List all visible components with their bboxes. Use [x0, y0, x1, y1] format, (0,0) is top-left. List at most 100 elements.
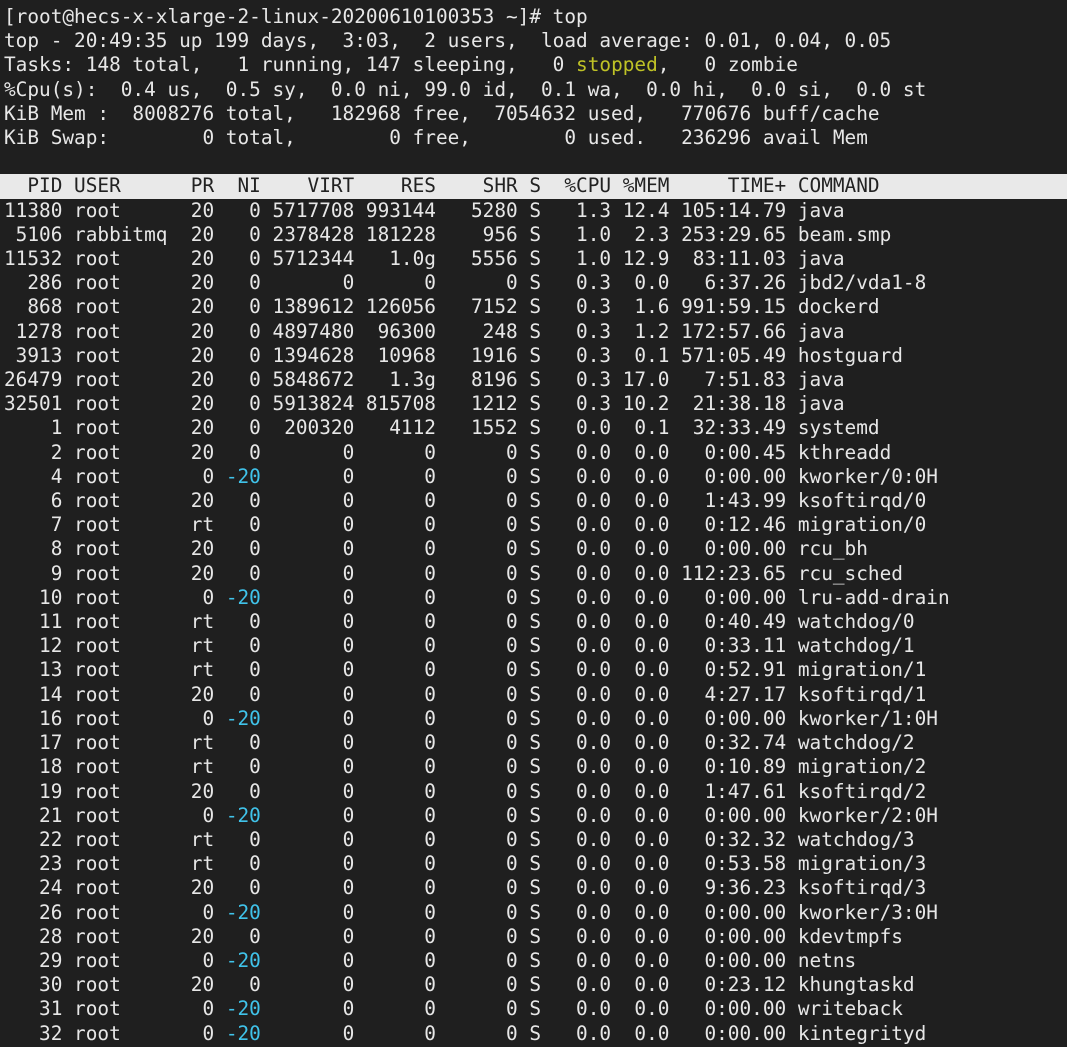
row-text: 31 root 0	[4, 997, 226, 1020]
row-text: 1389612 126056 7152 S 0.3 1.6 991:59.15 …	[261, 295, 880, 318]
row-text: 0 0 0 S 0.0 0.0 0:00.00 netns	[261, 949, 856, 972]
process-table-body: 11380 root 20 0 5717708 993144 5280 S 1.…	[4, 199, 1067, 1046]
process-row: 11532 root 20 0 5712344 1.0g 5556 S 1.0 …	[4, 247, 1067, 271]
row-text: 30 root 20	[4, 973, 226, 996]
nice-value: -20	[226, 707, 261, 730]
row-text: 32501 root 20	[4, 392, 226, 415]
nice-value: 0	[226, 513, 261, 536]
row-text: 0 0 0 S 0.0 0.0 0:00.00 kdevtmpfs	[261, 925, 903, 948]
tasks-stopped-highlight: stopped	[576, 53, 658, 76]
row-text: 0 0 0 S 0.0 0.0 0:32.32 watchdog/3	[261, 828, 915, 851]
nice-value: 0	[226, 223, 261, 246]
row-text: 28 root 20	[4, 925, 226, 948]
process-row: 3913 root 20 0 1394628 10968 1916 S 0.3 …	[4, 344, 1067, 368]
row-text: 32 root 0	[4, 1022, 226, 1045]
nice-value: 0	[226, 876, 261, 899]
process-row: 868 root 20 0 1389612 126056 7152 S 0.3 …	[4, 295, 1067, 319]
row-text: 286 root 20	[4, 271, 226, 294]
row-text: 0 0 0 S 0.0 0.0 0:23.12 khungtaskd	[261, 973, 915, 996]
row-text: 5712344 1.0g 5556 S 1.0 12.9 83:11.03 ja…	[261, 247, 845, 270]
nice-value: 0	[226, 441, 261, 464]
top-uptime-line: top - 20:49:35 up 199 days, 3:03, 2 user…	[4, 29, 1067, 53]
tasks-text-before: Tasks: 148 total, 1 running, 147 sleepin…	[4, 53, 576, 76]
row-text: 12 root rt	[4, 634, 226, 657]
row-text: 0 0 0 S 0.0 0.0 0:32.74 watchdog/2	[261, 731, 915, 754]
nice-value: -20	[226, 1022, 261, 1045]
row-text: 868 root 20	[4, 295, 226, 318]
process-row: 28 root 20 0 0 0 0 S 0.0 0.0 0:00.00 kde…	[4, 925, 1067, 949]
nice-value: 0	[226, 731, 261, 754]
row-text: 11380 root 20	[4, 199, 226, 222]
process-row: 21 root 0 -20 0 0 0 S 0.0 0.0 0:00.00 kw…	[4, 804, 1067, 828]
row-text: 0 0 0 S 0.0 0.0 0:00.00 kworker/0:0H	[261, 465, 938, 488]
row-text: 2378428 181228 956 S 1.0 2.3 253:29.65 b…	[261, 223, 891, 246]
row-text: 0 0 0 S 0.0 0.0 0:00.00 lru-add-drain	[261, 586, 950, 609]
top-mem-line: KiB Mem : 8008276 total, 182968 free, 70…	[4, 102, 1067, 126]
nice-value: 0	[226, 755, 261, 778]
nice-value: 0	[226, 416, 261, 439]
process-row: 31 root 0 -20 0 0 0 S 0.0 0.0 0:00.00 wr…	[4, 997, 1067, 1021]
row-text: 200320 4112 1552 S 0.0 0.1 32:33.49 syst…	[261, 416, 880, 439]
top-swap-line: KiB Swap: 0 total, 0 free, 0 used. 23629…	[4, 126, 1067, 150]
process-row: 26479 root 20 0 5848672 1.3g 8196 S 0.3 …	[4, 368, 1067, 392]
row-text: 21 root 0	[4, 804, 226, 827]
process-row: 17 root rt 0 0 0 0 S 0.0 0.0 0:32.74 wat…	[4, 731, 1067, 755]
row-text: 0 0 0 S 0.0 0.0 0:00.00 kworker/2:0H	[261, 804, 938, 827]
row-text: 0 0 0 S 0.0 0.0 1:47.61 ksoftirqd/2	[261, 780, 926, 803]
process-row: 4 root 0 -20 0 0 0 S 0.0 0.0 0:00.00 kwo…	[4, 465, 1067, 489]
nice-value: 0	[226, 852, 261, 875]
row-text: 3913 root 20	[4, 344, 226, 367]
nice-value: 0	[226, 683, 261, 706]
process-row: 16 root 0 -20 0 0 0 S 0.0 0.0 0:00.00 kw…	[4, 707, 1067, 731]
row-text: 0 0 0 S 0.0 0.0 112:23.65 rcu_sched	[261, 562, 903, 585]
row-text: 17 root rt	[4, 731, 226, 754]
row-text: 4 root 0	[4, 465, 226, 488]
row-text: 5848672 1.3g 8196 S 0.3 17.0 7:51.83 jav…	[261, 368, 845, 391]
row-text: 0 0 0 S 0.0 0.0 0:00.45 kthreadd	[261, 441, 891, 464]
process-row: 24 root 20 0 0 0 0 S 0.0 0.0 9:36.23 kso…	[4, 876, 1067, 900]
process-row: 8 root 20 0 0 0 0 S 0.0 0.0 0:00.00 rcu_…	[4, 537, 1067, 561]
process-row: 1278 root 20 0 4897480 96300 248 S 0.3 1…	[4, 320, 1067, 344]
process-row: 29 root 0 -20 0 0 0 S 0.0 0.0 0:00.00 ne…	[4, 949, 1067, 973]
process-row: 23 root rt 0 0 0 0 S 0.0 0.0 0:53.58 mig…	[4, 852, 1067, 876]
process-table-header: PID USER PR NI VIRT RES SHR S %CPU %MEM …	[0, 174, 1067, 198]
process-row: 10 root 0 -20 0 0 0 S 0.0 0.0 0:00.00 lr…	[4, 586, 1067, 610]
nice-value: 0	[226, 199, 261, 222]
process-row: 14 root 20 0 0 0 0 S 0.0 0.0 4:27.17 kso…	[4, 683, 1067, 707]
row-text: 5913824 815708 1212 S 0.3 10.2 21:38.18 …	[261, 392, 845, 415]
row-text: 19 root 20	[4, 780, 226, 803]
row-text: 0 0 0 S 0.0 0.0 0:00.00 kintegrityd	[261, 1022, 926, 1045]
row-text: 26 root 0	[4, 901, 226, 924]
nice-value: 0	[226, 344, 261, 367]
nice-value: 0	[226, 610, 261, 633]
row-text: 11532 root 20	[4, 247, 226, 270]
row-text: 22 root rt	[4, 828, 226, 851]
row-text: 1394628 10968 1916 S 0.3 0.1 571:05.49 h…	[261, 344, 903, 367]
process-row: 12 root rt 0 0 0 0 S 0.0 0.0 0:33.11 wat…	[4, 634, 1067, 658]
process-row: 1 root 20 0 200320 4112 1552 S 0.0 0.1 3…	[4, 416, 1067, 440]
row-text: 29 root 0	[4, 949, 226, 972]
top-tasks-line: Tasks: 148 total, 1 running, 147 sleepin…	[4, 53, 1067, 77]
process-row: 19 root 20 0 0 0 0 S 0.0 0.0 1:47.61 kso…	[4, 780, 1067, 804]
row-text: 0 0 0 S 0.0 0.0 0:33.11 watchdog/1	[261, 634, 915, 657]
nice-value: 0	[226, 489, 261, 512]
process-row: 13 root rt 0 0 0 0 S 0.0 0.0 0:52.91 mig…	[4, 658, 1067, 682]
row-text: 6 root 20	[4, 489, 226, 512]
nice-value: 0	[226, 537, 261, 560]
row-text: 11 root rt	[4, 610, 226, 633]
process-row: 286 root 20 0 0 0 0 S 0.3 0.0 6:37.26 jb…	[4, 271, 1067, 295]
nice-value: 0	[226, 271, 261, 294]
nice-value: 0	[226, 247, 261, 270]
row-text: 0 0 0 S 0.0 0.0 0:10.89 migration/2	[261, 755, 926, 778]
process-row: 2 root 20 0 0 0 0 S 0.0 0.0 0:00.45 kthr…	[4, 441, 1067, 465]
row-text: 13 root rt	[4, 658, 226, 681]
nice-value: 0	[226, 925, 261, 948]
row-text: 9 root 20	[4, 562, 226, 585]
row-text: 10 root 0	[4, 586, 226, 609]
terminal-window[interactable]: [root@hecs-x-xlarge-2-linux-202006101003…	[0, 0, 1067, 1047]
row-text: 2 root 20	[4, 441, 226, 464]
row-text: 0 0 0 S 0.0 0.0 0:00.00 writeback	[261, 997, 903, 1020]
row-text: 0 0 0 S 0.3 0.0 6:37.26 jbd2/vda1-8	[261, 271, 926, 294]
row-text: 0 0 0 S 0.0 0.0 9:36.23 ksoftirqd/3	[261, 876, 926, 899]
row-text: 0 0 0 S 0.0 0.0 0:40.49 watchdog/0	[261, 610, 915, 633]
